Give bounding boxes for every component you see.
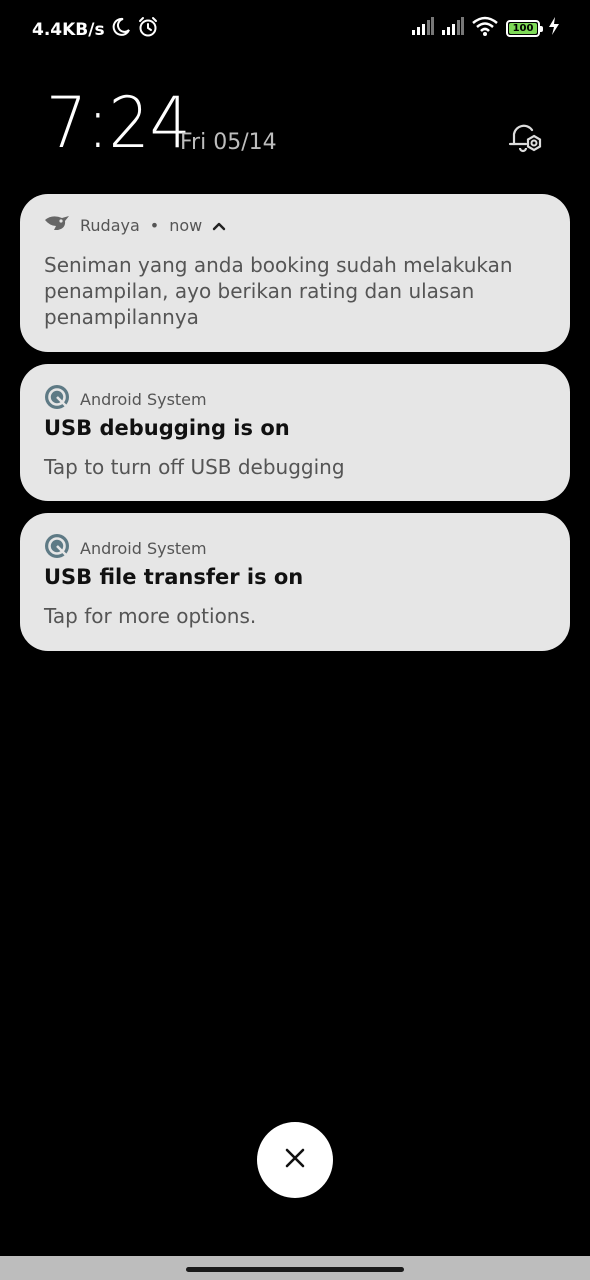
clear-all-notifications-button[interactable] bbox=[257, 1122, 333, 1198]
rudaya-bird-icon bbox=[44, 214, 70, 236]
notification-title: USB file transfer is on bbox=[44, 565, 304, 589]
notification-card-usb-debugging[interactable]: Android System USB debugging is on Tap t… bbox=[20, 364, 570, 501]
notification-body: Seniman yang anda booking sudah melakuka… bbox=[44, 253, 513, 329]
clock-date: Fri 05/14 bbox=[180, 130, 277, 155]
status-left: 4.4KB/s bbox=[32, 16, 159, 43]
network-speed: 4.4KB/s bbox=[32, 19, 105, 40]
status-bar: 4.4KB/s 100 bbox=[0, 0, 590, 54]
signal-icon bbox=[442, 17, 464, 40]
notification-card-usb-file-transfer[interactable]: Android System USB file transfer is on T… bbox=[20, 513, 570, 651]
battery-icon: 100 bbox=[506, 20, 543, 37]
charging-bolt-icon bbox=[548, 17, 560, 40]
moon-icon bbox=[111, 17, 131, 42]
wifi-icon bbox=[472, 16, 498, 41]
android-system-icon bbox=[44, 533, 70, 563]
notification-header: Android System bbox=[44, 384, 207, 414]
chevron-up-icon[interactable] bbox=[212, 216, 226, 235]
notification-app-name: Android System bbox=[80, 538, 207, 558]
notification-app-name: Android System bbox=[80, 389, 207, 409]
notification-settings-icon[interactable] bbox=[506, 118, 546, 158]
battery-level: 100 bbox=[512, 23, 534, 34]
notification-title: USB debugging is on bbox=[44, 416, 290, 440]
status-right: 100 bbox=[412, 16, 560, 41]
home-indicator[interactable] bbox=[186, 1267, 404, 1272]
notification-time: now bbox=[169, 215, 203, 235]
notification-card-rudaya[interactable]: Rudaya • now Seniman yang anda booking s… bbox=[20, 194, 570, 352]
clock-time: 7:24 bbox=[46, 82, 191, 164]
close-icon bbox=[283, 1146, 307, 1175]
notification-header: Rudaya • now bbox=[44, 214, 226, 236]
notification-body: Tap for more options. bbox=[44, 604, 257, 628]
signal-icon bbox=[412, 17, 434, 40]
notification-app-name: Rudaya bbox=[80, 215, 140, 235]
alarm-icon bbox=[137, 16, 159, 43]
separator-dot: • bbox=[149, 215, 160, 235]
notification-header: Android System bbox=[44, 533, 207, 563]
navigation-bar bbox=[0, 1256, 590, 1280]
notification-body: Tap to turn off USB debugging bbox=[44, 455, 345, 479]
android-system-icon bbox=[44, 384, 70, 414]
